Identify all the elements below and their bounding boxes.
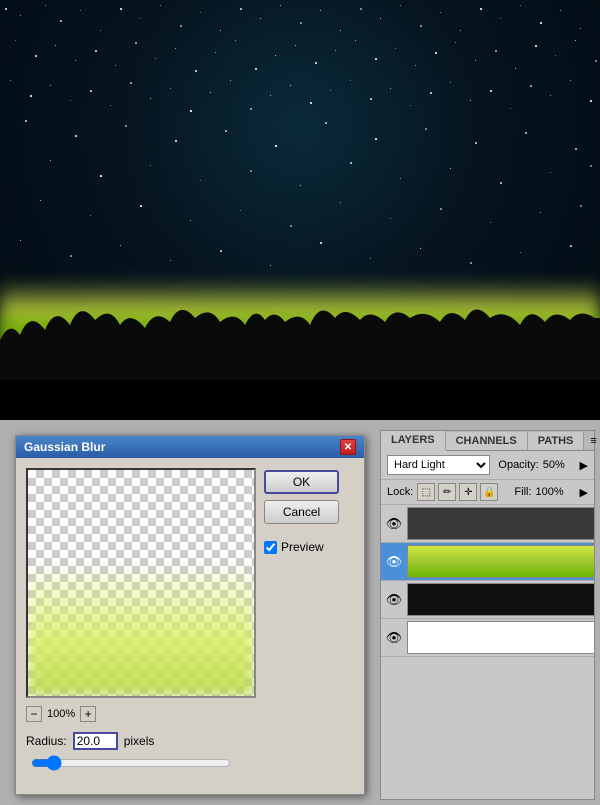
preview-label: Preview [281,540,324,554]
layers-panel: LAYERS CHANNELS PATHS ≡ Hard Light Norma… [380,430,595,800]
radius-label: Radius: [26,734,67,748]
layer-thumb-background [407,621,594,654]
cancel-button[interactable]: Cancel [264,500,339,524]
eye-icon-stars[interactable]: 👁 [385,591,403,609]
dialog-main-row: − 100% + Radius: pixels OK Cancel [26,468,354,784]
opacity-value: 50% [543,459,576,471]
lock-label: Lock: [387,486,413,498]
dialog-titlebar: Gaussian Blur ✕ [16,436,364,458]
dialog-close-button[interactable]: ✕ [340,439,356,455]
layers-panel-menu-button[interactable]: ≡ [584,432,600,450]
fill-label: Fill: [514,486,531,498]
lock-all-button[interactable]: 🔒 [480,483,498,501]
layers-list: 👁 trees 👁 aurorabottom 👁 stars 👁 Backg [381,505,594,778]
treeline-svg [0,300,600,380]
treeline-layer [0,340,600,420]
lock-icons: ⬚ ✏ ✛ 🔒 [417,483,498,501]
opacity-arrow[interactable]: ▶ [580,459,588,472]
bottom-panel: Gaussian Blur ✕ − 100% + Radius: [0,420,600,805]
preview-area [26,468,256,698]
lock-row: Lock: ⬚ ✏ ✛ 🔒 Fill: 100% ▶ [381,480,594,505]
lock-pixels-button[interactable]: ⬚ [417,483,435,501]
radius-input[interactable] [73,732,118,750]
dialog-left: − 100% + Radius: pixels [26,468,256,784]
opacity-label: Opacity: [498,459,538,471]
blend-mode-select[interactable]: Hard Light Normal Multiply Screen Overla… [387,455,490,475]
layer-row-background[interactable]: 👁 Background 🔒 [381,619,594,657]
eye-icon-background[interactable]: 👁 [385,629,403,647]
gaussian-blur-dialog[interactable]: Gaussian Blur ✕ − 100% + Radius: [15,435,365,795]
ok-button[interactable]: OK [264,470,339,494]
dialog-right: OK Cancel Preview [264,468,339,784]
stars-layer [0,0,600,315]
fill-value: 100% [536,486,576,498]
preview-gradient [28,560,254,696]
lock-move-button[interactable]: ✛ [459,483,477,501]
layer-thumb-stars [407,583,594,616]
layer-thumb-trees [407,507,594,540]
tab-layers[interactable]: LAYERS [381,431,446,451]
layer-row-aurorabottom[interactable]: 👁 aurorabottom [381,543,594,581]
radius-slider-container [26,756,256,773]
radius-unit: pixels [124,734,155,748]
dialog-title: Gaussian Blur [24,440,105,454]
tab-channels[interactable]: CHANNELS [446,432,528,450]
blend-row: Hard Light Normal Multiply Screen Overla… [381,451,594,480]
main-canvas [0,0,600,420]
eye-icon-trees[interactable]: 👁 [385,515,403,533]
fill-arrow[interactable]: ▶ [580,486,588,499]
preview-checkerboard [28,470,254,560]
layer-row-stars[interactable]: 👁 stars [381,581,594,619]
eye-icon-aurorabottom[interactable]: 👁 [385,553,403,571]
preview-checkbox-row: Preview [264,540,339,554]
dialog-content: − 100% + Radius: pixels OK Cancel [16,458,364,794]
tab-paths[interactable]: PATHS [528,432,585,450]
zoom-level: 100% [47,708,75,720]
radius-row: Radius: pixels [26,732,256,750]
layer-row-trees[interactable]: 👁 trees [381,505,594,543]
radius-slider[interactable] [31,756,231,770]
layers-tabs: LAYERS CHANNELS PATHS ≡ [381,431,594,451]
zoom-out-button[interactable]: − [26,706,42,722]
layer-thumb-aurorabottom [407,545,594,578]
zoom-controls: − 100% + [26,706,256,722]
lock-position-button[interactable]: ✏ [438,483,456,501]
zoom-in-button[interactable]: + [80,706,96,722]
preview-checkbox[interactable] [264,541,277,554]
